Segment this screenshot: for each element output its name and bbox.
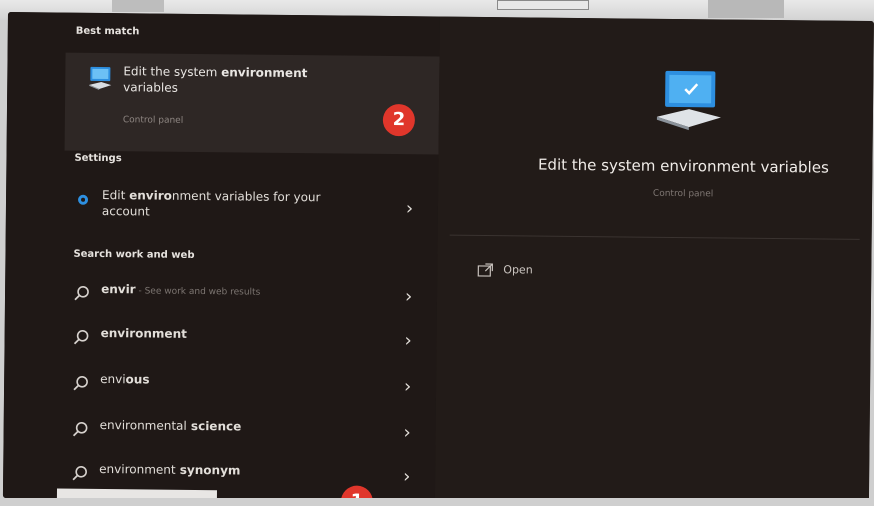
- web-suggestion-environment[interactable]: environment ›: [72, 319, 436, 363]
- best-match-result[interactable]: Edit the system environment variables Co…: [64, 52, 440, 155]
- background-bottom-strip: [0, 498, 874, 506]
- web-suggestion-label: environmental science: [99, 417, 242, 434]
- detail-divider: [449, 234, 860, 240]
- web-suggestion-envir[interactable]: envir - See work and web results ›: [73, 275, 437, 319]
- search-icon: [72, 465, 87, 481]
- detail-title: Edit the system environment variables: [537, 155, 829, 177]
- chevron-right-icon: ›: [403, 376, 412, 398]
- background-window-field: [497, 0, 589, 10]
- system-properties-icon: [656, 70, 721, 131]
- system-properties-icon: [89, 66, 112, 90]
- web-suggestion-label: envious: [100, 371, 150, 387]
- open-icon: [477, 263, 493, 277]
- best-match-subtitle: Control panel: [122, 115, 184, 126]
- chevron-right-icon: ›: [404, 286, 413, 308]
- best-match-heading: Best match: [75, 25, 140, 38]
- search-results-pane: Best match Edit the system environment v…: [2, 12, 440, 506]
- web-suggestion-environmental-science[interactable]: environmental science ›: [71, 411, 435, 455]
- background-window-button: [708, 0, 784, 18]
- search-icon: [73, 375, 88, 391]
- web-suggestion-label: environment synonym: [99, 461, 241, 478]
- settings-heading: Settings: [74, 152, 122, 165]
- annotation-badge-2: 2: [382, 103, 416, 137]
- chevron-right-icon: ›: [403, 422, 411, 444]
- web-suggestion-envious[interactable]: envious ›: [72, 365, 436, 409]
- screenshot-stage: Best match Edit the system environment v…: [0, 0, 874, 506]
- start-search-menu: Best match Edit the system environment v…: [2, 12, 874, 506]
- chevron-right-icon: ›: [404, 330, 412, 352]
- web-suggestion-label: envir - See work and web results: [101, 281, 261, 298]
- web-suggestion-label: environment: [100, 325, 187, 341]
- best-match-title: Edit the system environment variables: [123, 64, 308, 95]
- settings-result[interactable]: Edit environment variables for your acco…: [74, 181, 439, 235]
- background-window-tab: [112, 0, 164, 12]
- search-icon: [72, 421, 88, 437]
- chevron-right-icon: ›: [403, 466, 411, 488]
- detail-subtitle: Control panel: [652, 188, 714, 200]
- open-action[interactable]: Open: [477, 261, 577, 284]
- chevron-right-icon: ›: [405, 198, 414, 220]
- result-detail-pane: Edit the system environment variables Co…: [434, 16, 874, 506]
- search-icon: [74, 286, 89, 301]
- search-icon: [73, 329, 89, 345]
- open-label: Open: [503, 263, 533, 277]
- settings-result-label: Edit environment variables for your acco…: [101, 187, 321, 219]
- search-web-heading: Search work and web: [73, 248, 195, 261]
- settings-icon: [78, 194, 89, 205]
